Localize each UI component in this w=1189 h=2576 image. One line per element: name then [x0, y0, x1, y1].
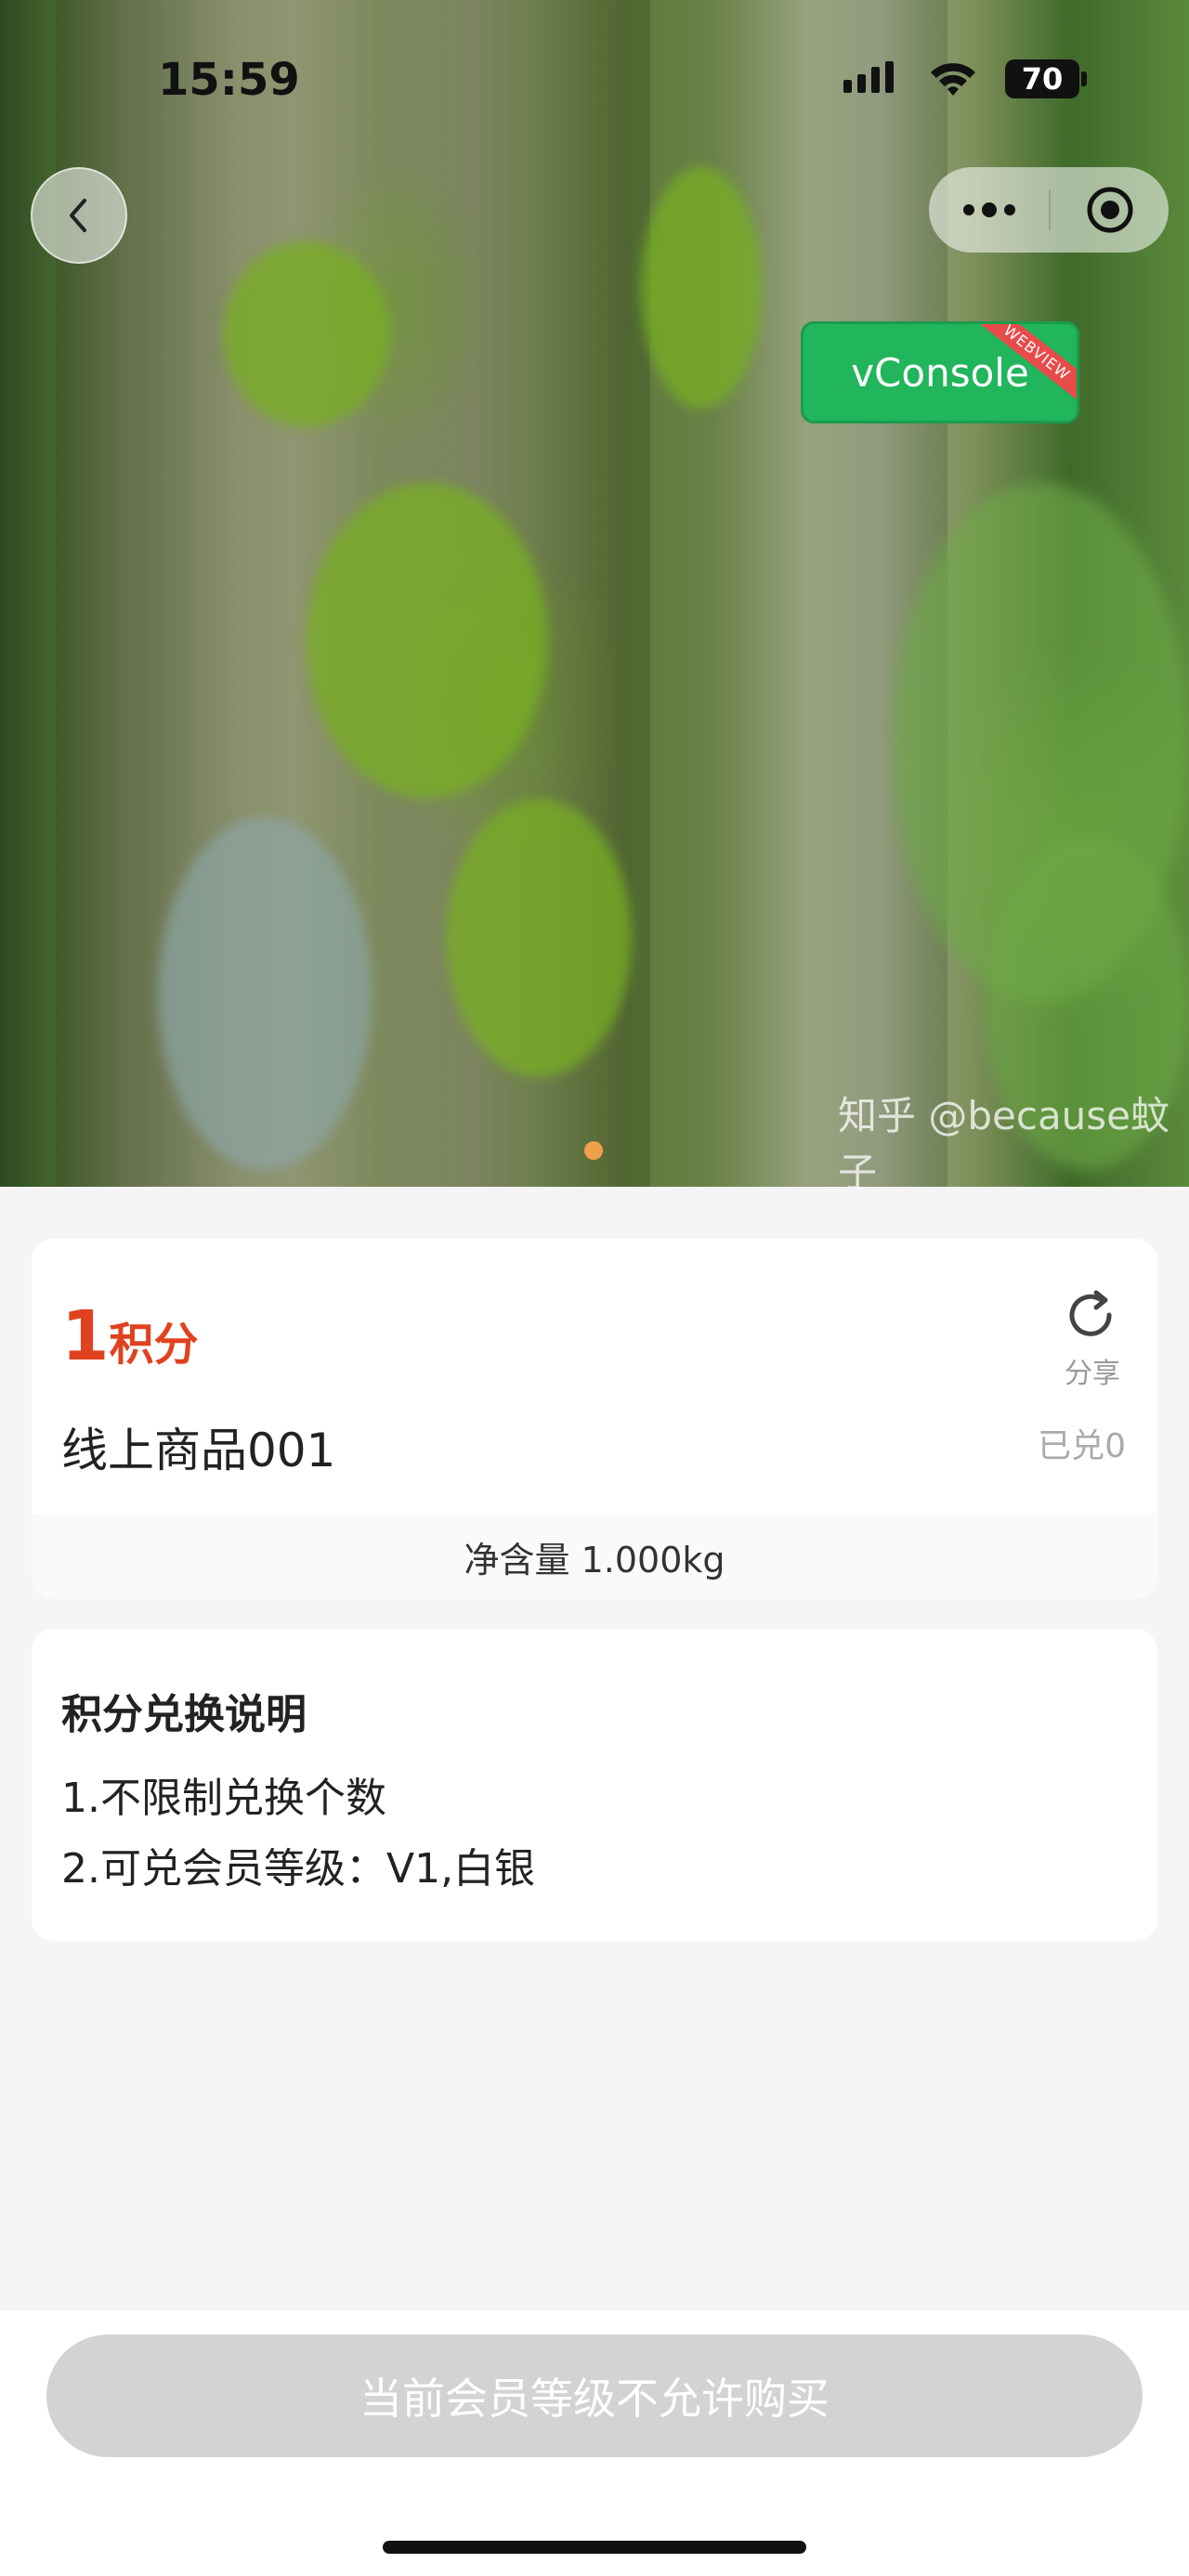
- exchange-rule-item: 2.可兑会员等级：V1,白银: [61, 1845, 536, 1893]
- cellular-signal-icon: [843, 61, 894, 93]
- carousel-indicator[interactable]: [584, 1141, 603, 1160]
- chevron-left-icon: [70, 199, 86, 232]
- bottom-action-bar: 当前会员等级不允许购买: [0, 2310, 1189, 2576]
- buy-button-disabled[interactable]: 当前会员等级不允许购买: [46, 2335, 1143, 2457]
- record-target-icon: [1087, 187, 1132, 233]
- home-indicator[interactable]: [383, 2541, 806, 2554]
- sold-count: 已兑0: [1038, 1427, 1126, 1465]
- exchange-rule-item: 1.不限制兑换个数: [61, 1775, 386, 1822]
- battery-level: 70: [1021, 61, 1064, 97]
- battery-cap: [1081, 72, 1087, 86]
- buy-button-label: 当前会员等级不允许购买: [359, 2374, 830, 2424]
- vconsole-label: vConsole: [851, 349, 1029, 396]
- exchange-rules-card: 积分兑换说明 1.不限制兑换个数 2.可兑会员等级：V1,白银: [32, 1629, 1157, 1941]
- more-dots-icon: [1003, 204, 1015, 215]
- product-spec: 净含量 1.000kg: [32, 1514, 1157, 1599]
- spec-text: 净含量 1.000kg: [464, 1539, 725, 1581]
- miniprogram-capsule: [929, 167, 1169, 253]
- image-fern: [158, 817, 372, 1170]
- image-moss: [223, 241, 390, 427]
- status-time: 15:59: [158, 54, 300, 106]
- close-miniprogram-button[interactable]: [1051, 167, 1169, 253]
- image-moss: [641, 167, 762, 409]
- share-icon: [1069, 1290, 1112, 1336]
- product-title: 线上商品001: [61, 1424, 336, 1477]
- wifi-icon: [931, 63, 975, 96]
- price-number: 1: [61, 1296, 110, 1376]
- back-button[interactable]: [31, 167, 127, 264]
- exchange-rules-title: 积分兑换说明: [61, 1691, 307, 1738]
- more-button[interactable]: [929, 167, 1049, 253]
- share-button[interactable]: 分享: [1055, 1287, 1130, 1391]
- vconsole-button[interactable]: vConsole WEBVIEW: [801, 321, 1079, 423]
- more-dots-icon: [981, 202, 997, 217]
- product-price: 1 积分: [61, 1296, 199, 1376]
- share-label: 分享: [1065, 1358, 1120, 1390]
- battery-icon: 70: [1005, 59, 1079, 98]
- product-info-card: 1 积分 分享 线上商品001 已兑0 净含量 1.000kg: [32, 1239, 1157, 1599]
- price-unit: 积分: [109, 1319, 199, 1371]
- image-moss: [307, 483, 548, 799]
- image-moss: [446, 799, 632, 1077]
- image-watermark: 知乎 @because蚊子: [838, 1093, 1170, 1187]
- more-dots-icon: [962, 204, 974, 215]
